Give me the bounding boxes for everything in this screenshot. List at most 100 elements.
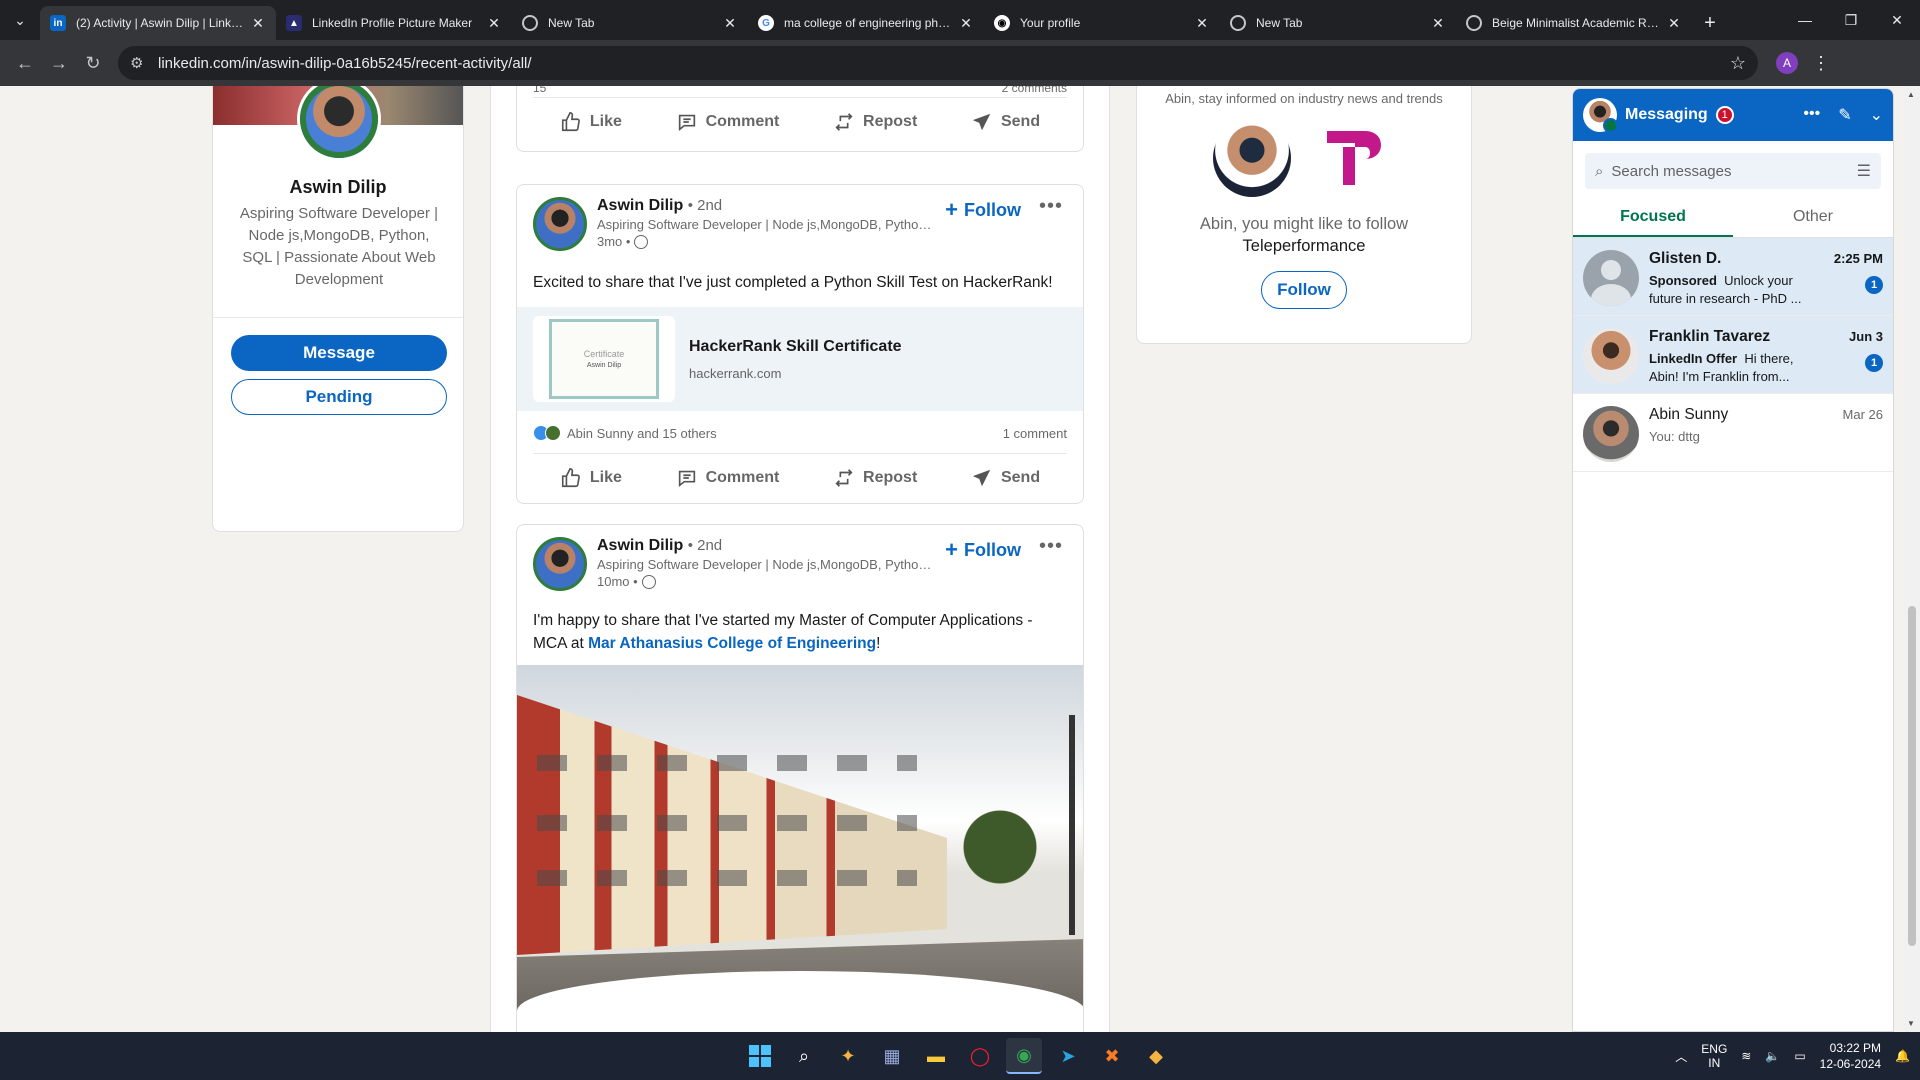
store-icon[interactable]: ▦: [874, 1038, 910, 1074]
chevron-down-icon[interactable]: ⌄: [1870, 105, 1883, 125]
profile-headline: Aspiring Software Developer | Node js,Mo…: [239, 205, 439, 288]
more-options-icon[interactable]: •••: [1039, 535, 1063, 558]
windows-start-icon[interactable]: [742, 1038, 778, 1074]
scroll-thumb[interactable]: [1908, 606, 1916, 946]
scroll-up-icon[interactable]: ▲: [1907, 90, 1915, 99]
reactions-summary[interactable]: Abin Sunny and 15 others: [533, 425, 717, 441]
more-options-icon[interactable]: •••: [1039, 195, 1063, 218]
telegram-icon[interactable]: ➤: [1050, 1038, 1086, 1074]
college-link[interactable]: Mar Athanasius College of Engineering: [588, 635, 876, 652]
pending-button[interactable]: Pending: [231, 379, 447, 415]
send-button[interactable]: Send: [959, 103, 1052, 141]
page-scrollbar[interactable]: ▲ ▼: [1904, 86, 1920, 1032]
git-icon[interactable]: ◆: [1138, 1038, 1174, 1074]
comment-button[interactable]: Comment: [664, 103, 792, 141]
close-icon[interactable]: ✕: [250, 15, 266, 32]
minimize-icon[interactable]: —: [1782, 0, 1828, 40]
reaction-count[interactable]: 15: [533, 86, 546, 97]
messaging-header[interactable]: Messaging 1 ••• ✎ ⌄: [1573, 89, 1893, 141]
browser-menu-icon[interactable]: ⋮: [1812, 53, 1830, 74]
file-explorer-icon[interactable]: ▬: [918, 1038, 954, 1074]
my-avatar[interactable]: [1583, 98, 1618, 133]
teleperformance-logo[interactable]: [1323, 125, 1383, 189]
profile-name[interactable]: Aswin Dilip: [213, 177, 463, 198]
close-icon[interactable]: ✕: [958, 15, 974, 32]
message-button[interactable]: Message: [231, 335, 447, 371]
follow-button[interactable]: + Follow: [945, 537, 1021, 563]
send-button[interactable]: Send: [959, 459, 1052, 497]
profile-avatar[interactable]: [297, 86, 381, 161]
close-icon[interactable]: ✕: [486, 15, 502, 32]
close-icon[interactable]: ✕: [1430, 15, 1446, 32]
volume-icon[interactable]: 🔈: [1765, 1049, 1780, 1063]
like-button[interactable]: Like: [548, 103, 634, 141]
tab-google-search[interactable]: G ma college of engineering photo ✕: [748, 6, 984, 40]
browser-profile-avatar[interactable]: A: [1776, 52, 1798, 74]
restore-icon[interactable]: ❐: [1828, 0, 1874, 40]
conversation-item[interactable]: Glisten D. 2:25 PM Sponsored Unlock your…: [1573, 238, 1893, 316]
wifi-icon[interactable]: ≋: [1741, 1049, 1751, 1063]
browser-tab-bar: ⌄ in (2) Activity | Aswin Dilip | Linked…: [0, 0, 1920, 40]
tab-focused[interactable]: Focused: [1573, 199, 1733, 237]
tab-resume[interactable]: Beige Minimalist Academic Resume ✕: [1456, 6, 1692, 40]
repost-button[interactable]: Repost: [821, 459, 929, 497]
compose-icon[interactable]: ✎: [1838, 105, 1851, 125]
comment-count[interactable]: 1 comment: [1003, 426, 1067, 441]
article-preview[interactable]: Certificate Aswin Dilip HackerRank Skill…: [517, 307, 1083, 411]
system-clock[interactable]: 03:22 PM 12-06-2024: [1820, 1040, 1881, 1072]
url-input[interactable]: ⚙ linkedin.com/in/aswin-dilip-0a16b5245/…: [118, 46, 1758, 80]
author-name[interactable]: Aswin Dilip • 2nd: [597, 537, 937, 555]
author-name[interactable]: Aswin Dilip • 2nd: [597, 197, 937, 215]
tab-title: New Tab: [548, 16, 595, 30]
post-actor[interactable]: Aswin Dilip • 2nd Aspiring Software Deve…: [533, 537, 937, 591]
battery-icon[interactable]: ▭: [1794, 1049, 1805, 1063]
reload-icon[interactable]: ↻: [76, 46, 110, 80]
conversation-item[interactable]: Franklin Tavarez Jun 3 LinkedIn Offer Hi…: [1573, 316, 1893, 394]
close-icon[interactable]: ✕: [722, 15, 738, 32]
comment-count[interactable]: 2 comments: [1002, 86, 1067, 97]
chrome-icon[interactable]: ◉: [1006, 1038, 1042, 1074]
conversation-item[interactable]: Abin Sunny Mar 26 You: dttg: [1573, 394, 1893, 472]
post-text: I'm happy to share that I've started my …: [533, 612, 1033, 652]
xampp-icon[interactable]: ✖: [1094, 1038, 1130, 1074]
language-indicator[interactable]: ENG IN: [1701, 1042, 1727, 1070]
messaging-title[interactable]: Messaging: [1625, 106, 1708, 124]
close-window-icon[interactable]: ✕: [1874, 0, 1920, 40]
github-icon: ◉: [994, 15, 1010, 31]
tab-profile-picture-maker[interactable]: ▲ LinkedIn Profile Picture Maker ✕: [276, 6, 512, 40]
message-search-input[interactable]: ⌕ Search messages ☰: [1585, 153, 1881, 189]
like-button[interactable]: Like: [548, 459, 634, 497]
tab-other[interactable]: Other: [1733, 199, 1893, 237]
filter-icon[interactable]: ☰: [1857, 161, 1871, 181]
comment-button[interactable]: Comment: [664, 459, 792, 497]
college-photo[interactable]: [517, 665, 1083, 1011]
opera-icon[interactable]: ◯: [962, 1038, 998, 1074]
bookmark-star-icon[interactable]: ☆: [1730, 53, 1746, 74]
back-icon[interactable]: ←: [8, 46, 42, 80]
tab-search-icon[interactable]: ⌄: [0, 0, 40, 40]
author-headline: Aspiring Software Developer | Node js,Mo…: [597, 217, 937, 232]
new-tab-button[interactable]: +: [1692, 6, 1728, 40]
post-time: 3mo •: [597, 234, 937, 249]
tab-new-tab[interactable]: New Tab ✕: [512, 6, 748, 40]
tab-github-profile[interactable]: ◉ Your profile ✕: [984, 6, 1220, 40]
tab-linkedin-activity[interactable]: in (2) Activity | Aswin Dilip | LinkedIn…: [40, 6, 276, 40]
forward-icon[interactable]: →: [42, 46, 76, 80]
close-icon[interactable]: ✕: [1666, 15, 1682, 32]
close-icon[interactable]: ✕: [1194, 15, 1210, 32]
search-icon[interactable]: ⌕: [786, 1038, 822, 1074]
author-avatar[interactable]: [533, 537, 587, 591]
follow-company-button[interactable]: Follow: [1261, 271, 1347, 309]
copilot-icon[interactable]: ✦: [830, 1038, 866, 1074]
repost-button[interactable]: Repost: [821, 103, 929, 141]
follow-button[interactable]: + Follow: [945, 197, 1021, 223]
chevron-up-icon[interactable]: ︿: [1675, 1048, 1687, 1065]
post-actor[interactable]: Aswin Dilip • 2nd Aspiring Software Deve…: [533, 197, 937, 251]
notification-bell-icon[interactable]: 🔔: [1895, 1049, 1910, 1063]
author-avatar[interactable]: [533, 197, 587, 251]
tab-new-tab-2[interactable]: New Tab ✕: [1220, 6, 1456, 40]
company-name[interactable]: Teleperformance: [1243, 237, 1366, 255]
scroll-down-icon[interactable]: ▼: [1907, 1019, 1915, 1028]
site-info-icon[interactable]: ⚙: [130, 54, 146, 72]
more-options-icon[interactable]: •••: [1803, 105, 1820, 125]
